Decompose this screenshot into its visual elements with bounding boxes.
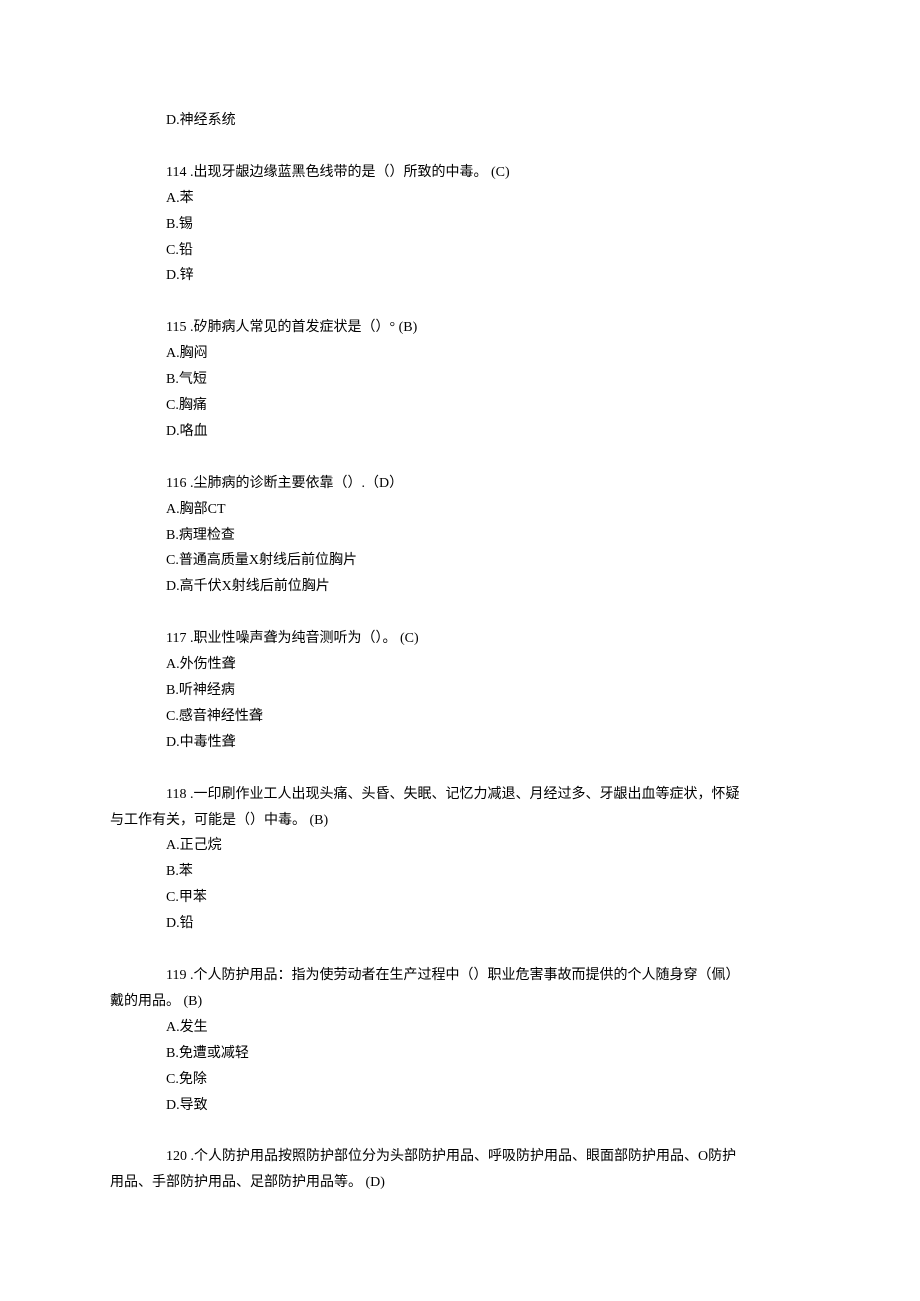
text-line: A.发生 [166,1015,806,1041]
text-line: 120 .个人防护用品按照防护部位分为头部防护用品、呼吸防护用品、眼面部防护用品… [166,1144,806,1170]
text-line: A.胸部CT [166,497,806,523]
text-line: D.中毒性聋 [166,730,806,756]
text-line: B.气短 [166,367,806,393]
text-line: B.苯 [166,859,806,885]
document-content: D.神经系统114 .出现牙龈边缘蓝黑色线带的是（）所致的中毒。 (C)A.苯B… [166,108,806,1196]
text-line: 117 .职业性噪声聋为纯音测听为（）。 (C) [166,626,806,652]
text-line: B.锡 [166,212,806,238]
text-line: A.胸闷 [166,341,806,367]
text-line: B.听神经病 [166,678,806,704]
text-line: C.感音神经性聋 [166,704,806,730]
text-line: 戴的用品。 (B) [110,989,806,1015]
text-line: 116 .尘肺病的诊断主要依靠（）.（D） [166,471,806,497]
text-line: 114 .出现牙龈边缘蓝黑色线带的是（）所致的中毒。 (C) [166,160,806,186]
text-line: C.胸痛 [166,393,806,419]
text-line: C.免除 [166,1067,806,1093]
text-line: C.铅 [166,238,806,264]
text-line: A.苯 [166,186,806,212]
text-line: 与工作有关，可能是（）中毒。 (B) [110,808,806,834]
text-line: B.病理检查 [166,523,806,549]
text-line: D.导致 [166,1093,806,1119]
text-line: D.铅 [166,911,806,937]
text-line: A.正己烷 [166,833,806,859]
text-line: D.高千伏X射线后前位胸片 [166,574,806,600]
text-line: 用品、手部防护用品、足部防护用品等。 (D) [110,1170,806,1196]
text-line: D.咯血 [166,419,806,445]
text-line: C.甲苯 [166,885,806,911]
text-line: 119 .个人防护用品：指为使劳动者在生产过程中（）职业危害事故而提供的个人随身… [166,963,806,989]
document-page: D.神经系统114 .出现牙龈边缘蓝黑色线带的是（）所致的中毒。 (C)A.苯B… [0,0,920,1256]
text-line: C.普通高质量X射线后前位胸片 [166,548,806,574]
text-line: A.外伤性聋 [166,652,806,678]
text-line: 115 .矽肺病人常见的首发症状是（）° (B) [166,315,806,341]
text-line: B.免遭或减轻 [166,1041,806,1067]
text-line: 118 .一印刷作业工人出现头痛、头昏、失眠、记忆力减退、月经过多、牙龈出血等症… [166,782,806,808]
text-line: D.神经系统 [166,108,806,134]
text-line: D.锌 [166,263,806,289]
